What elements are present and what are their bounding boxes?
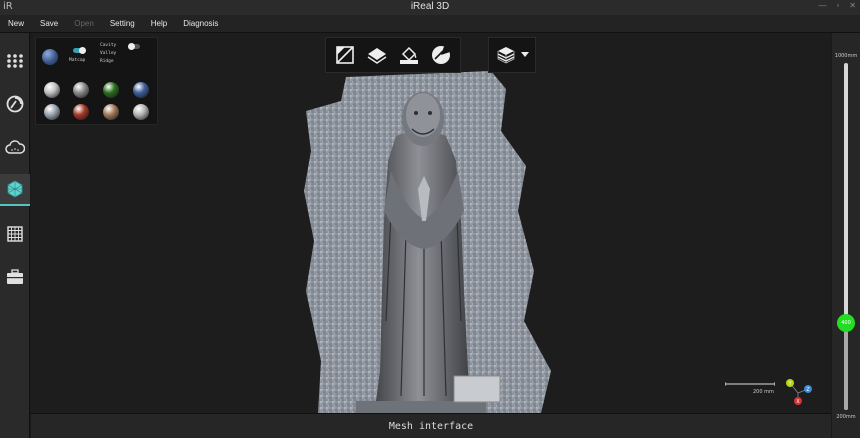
matcap-label: Matcap — [69, 58, 86, 63]
matcap-sphere[interactable] — [133, 82, 149, 98]
paint-fill-icon — [400, 46, 418, 64]
minimize-button[interactable]: — — [818, 1, 826, 10]
title-bar: iR iReal 3D — ▫ ✕ — [0, 0, 860, 15]
layers-cube-icon — [497, 47, 515, 64]
crop-tool-button[interactable] — [334, 44, 356, 66]
axis-indicator: Y Z X — [786, 379, 812, 405]
view-toolbar — [325, 37, 461, 73]
current-material-sphere[interactable] — [42, 49, 58, 65]
mesh-icon — [7, 180, 23, 198]
scale-label: 200 mm — [753, 389, 774, 395]
axis-x-label: X — [796, 399, 800, 405]
pie-tool-button[interactable] — [430, 44, 452, 66]
matcap-sphere[interactable] — [73, 82, 89, 98]
close-button[interactable]: ✕ — [849, 1, 856, 10]
3d-viewport[interactable]: Matcap Cavity Valley Ridge 200 mm Y Z X — [31, 33, 831, 413]
display-mode-toolbar — [488, 37, 536, 73]
menu-help[interactable]: Help — [143, 19, 175, 28]
maximize-button[interactable]: ▫ — [836, 1, 839, 10]
cloud-icon — [5, 140, 25, 154]
sidebar-item-cloud[interactable] — [0, 132, 30, 164]
scan-icon — [7, 54, 23, 68]
menu-save[interactable]: Save — [32, 19, 66, 28]
matcap-sphere[interactable] — [103, 82, 119, 98]
matcap-sphere[interactable] — [44, 82, 60, 98]
sidebar-item-toolbox[interactable] — [0, 261, 30, 293]
left-sidebar — [0, 33, 30, 438]
cavity-toggle[interactable] — [128, 43, 140, 50]
cavity-options-label: Cavity Valley Ridge — [100, 43, 117, 64]
menu-diagnosis[interactable]: Diagnosis — [175, 19, 226, 28]
matcap-sphere[interactable] — [44, 104, 60, 120]
depth-slider-panel: 1000mm 400 200mm — [832, 33, 860, 438]
window-title: iReal 3D — [410, 1, 450, 12]
sidebar-item-rotate[interactable] — [0, 88, 30, 120]
chevron-down-icon[interactable] — [521, 52, 529, 58]
pie-icon — [432, 46, 450, 64]
sidebar-item-mesh[interactable] — [0, 174, 30, 206]
depth-slider-fill — [844, 323, 848, 410]
menu-new[interactable]: New — [0, 19, 32, 28]
window-controls: — ▫ ✕ — [818, 1, 856, 10]
statue-mesh-render[interactable] — [296, 71, 556, 413]
toolbox-icon — [7, 269, 23, 284]
paint-tool-button[interactable] — [398, 44, 420, 66]
sidebar-item-scan[interactable] — [0, 45, 30, 77]
status-text: Mesh interface — [388, 420, 474, 432]
menu-open[interactable]: Open — [66, 19, 102, 28]
matcap-sphere[interactable] — [73, 104, 89, 120]
display-mode-button[interactable] — [495, 44, 517, 66]
depth-slider-handle[interactable]: 400 — [837, 314, 855, 333]
layers-icon — [367, 48, 387, 64]
rotate-icon — [6, 95, 24, 113]
depth-max-label: 1000mm — [834, 53, 858, 59]
status-bar: Mesh interface — [31, 413, 831, 438]
menu-bar: New Save Open Setting Help Diagnosis — [0, 15, 860, 33]
sidebar-item-grid[interactable] — [0, 218, 30, 250]
crop-icon — [336, 46, 354, 64]
material-panel: Matcap Cavity Valley Ridge — [35, 37, 158, 125]
matcap-sphere[interactable] — [103, 104, 119, 120]
layers-tool-button[interactable] — [366, 44, 388, 66]
matcap-sphere[interactable] — [133, 104, 149, 120]
axis-z-label: Z — [806, 387, 810, 393]
depth-min-label: 200mm — [836, 414, 856, 420]
menu-setting[interactable]: Setting — [102, 19, 143, 28]
matcap-toggle[interactable] — [73, 47, 86, 54]
grid-icon — [7, 226, 23, 242]
